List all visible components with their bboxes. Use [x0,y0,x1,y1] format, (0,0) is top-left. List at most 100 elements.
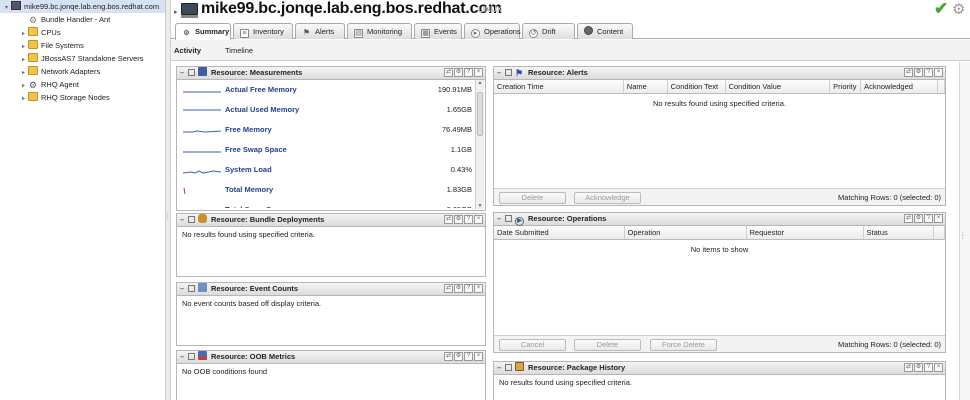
minimize-icon[interactable]: – [180,214,188,226]
close-icon[interactable]: × [934,214,943,223]
refresh-icon[interactable]: ⇄ [444,215,453,224]
tree-node[interactable]: ▸ Network Adapters [0,65,165,78]
minimize-icon[interactable]: – [180,351,188,363]
settings-icon[interactable]: ⚙ [454,68,463,77]
tab-alerts[interactable]: ⚑ Alerts [295,23,345,39]
maximize-icon[interactable] [188,69,195,76]
refresh-icon[interactable]: ⇄ [904,363,913,372]
cancel-button[interactable]: Cancel [499,339,566,351]
column-header[interactable]: Condition Text [667,80,726,94]
tab-operations[interactable]: ▸ Operations [464,23,521,39]
tree-node[interactable]: ▸ RHQ Storage Nodes [0,91,165,104]
tree-node[interactable]: ▸ ⚙ RHQ Agent [0,78,165,91]
help-icon[interactable]: ? [924,363,933,372]
measurements-scrollbar[interactable]: ▲ ▼ [475,80,484,209]
close-icon[interactable]: × [474,215,483,224]
refresh-icon[interactable]: ⇄ [904,214,913,223]
close-icon[interactable]: × [934,68,943,77]
tab-monitoring[interactable]: ▤ Monitoring [347,23,412,39]
column-header[interactable]: Operation [624,226,747,240]
force-delete-button[interactable]: Force Delete [650,339,717,351]
minimize-icon[interactable]: – [180,67,188,79]
help-icon[interactable]: ? [464,68,473,77]
tab-content[interactable]: Content [577,23,633,39]
metric-name-link[interactable]: System Load [225,165,272,174]
close-icon[interactable]: × [474,68,483,77]
expand-arrow-icon[interactable]: ▸ [174,8,178,16]
tab-drift[interactable]: ↺ Drift [522,23,575,39]
minimize-icon[interactable]: – [497,213,505,225]
portlet-header: – ▶ Resource: Operations ⇄ ⚙? × [494,213,945,226]
tab-inventory[interactable]: ≡ Inventory [233,23,293,39]
column-header[interactable]: Priority [829,80,862,94]
help-icon[interactable]: ? [464,215,473,224]
settings-icon[interactable]: ⚙ [914,214,923,223]
settings-icon[interactable]: ⚙ [454,352,463,361]
subtab-activity[interactable]: Activity [174,46,201,55]
settings-icon[interactable]: ⚙ [914,68,923,77]
measurement-row: Total Swap Space 2.05GB [177,200,485,208]
column-header[interactable]: Status [863,226,934,240]
metric-name-link[interactable]: Total Memory [225,185,273,194]
tab-events[interactable]: ▦ Events [414,23,462,39]
column-header[interactable]: Acknowledged [860,80,938,94]
sparkline-graph[interactable] [183,205,221,208]
tree-node[interactable]: ▸ CPUs [0,26,165,39]
resource-tree[interactable]: ▾ mike99.bc.jonqe.lab.eng.bos.redhat.com ⚙… [0,0,166,400]
acknowledge-button[interactable]: Acknowledge [574,192,641,204]
help-icon[interactable]: ? [464,284,473,293]
minimize-icon[interactable]: – [497,67,505,79]
sparkline-graph[interactable] [183,185,221,195]
settings-icon[interactable]: ⚙ [454,215,463,224]
column-header[interactable]: Condition Value [725,80,831,94]
minimize-icon[interactable]: – [497,362,505,374]
dashboard-scrollbar[interactable]: ⁞ ⁞ [959,62,970,400]
help-icon[interactable]: ? [924,214,933,223]
delete-button[interactable]: Delete [574,339,641,351]
settings-gear-icon[interactable]: ⚙ [952,0,965,18]
metric-name-link[interactable]: Free Memory [225,125,272,134]
sparkline-graph[interactable] [183,145,221,155]
metric-name-link[interactable]: Actual Free Memory [225,85,297,94]
sparkline-graph[interactable] [183,85,221,95]
column-header[interactable]: Name [623,80,668,94]
close-icon[interactable]: × [474,284,483,293]
tree-node[interactable]: ⚙ Bundle Handler - Ant [0,13,165,26]
measurement-row: Actual Free Memory 190.91MB [177,80,485,100]
tab-summary[interactable]: ⚙ Summary [175,23,231,40]
metric-name-link[interactable]: Total Swap Space [225,205,288,208]
maximize-icon[interactable] [188,285,195,292]
column-header[interactable]: Requestor [746,226,864,240]
maximize-icon[interactable] [505,215,512,222]
refresh-icon[interactable]: ⇄ [444,284,453,293]
sparkline-graph[interactable] [183,125,221,135]
subtab-timeline[interactable]: Timeline [225,46,253,55]
maximize-icon[interactable] [505,364,512,371]
refresh-icon[interactable]: ⇄ [904,68,913,77]
maximize-icon[interactable] [505,69,512,76]
maximize-icon[interactable] [188,353,195,360]
close-icon[interactable]: × [934,363,943,372]
minimize-icon[interactable]: – [180,283,188,295]
sparkline-graph[interactable] [183,165,221,175]
delete-button[interactable]: Delete [499,192,566,204]
refresh-icon[interactable]: ⇄ [444,68,453,77]
metric-name-link[interactable]: Free Swap Space [225,145,287,154]
maximize-icon[interactable] [188,216,195,223]
close-icon[interactable]: × [474,352,483,361]
help-icon[interactable]: ? [464,352,473,361]
column-header[interactable]: Date Submitted [494,226,625,240]
settings-icon[interactable]: ⚙ [454,284,463,293]
sparkline-graph[interactable] [183,105,221,115]
expand-toggle-icon[interactable]: ▸ [19,93,28,106]
tree-node[interactable]: ▸ JBossAS7 Standalone Servers [0,52,165,65]
tree-node[interactable]: ▸ File Systems [0,39,165,52]
settings-icon[interactable]: ⚙ [914,363,923,372]
drift-icon: ↺ [529,29,538,38]
help-icon[interactable]: ? [924,68,933,77]
column-header[interactable]: Creation Time [494,80,624,94]
metric-name-link[interactable]: Actual Used Memory [225,105,299,114]
gear-icon: ⚙ [28,15,38,25]
refresh-icon[interactable]: ⇄ [444,352,453,361]
tree-node[interactable]: ▾ mike99.bc.jonqe.lab.eng.bos.redhat.com [0,0,165,13]
